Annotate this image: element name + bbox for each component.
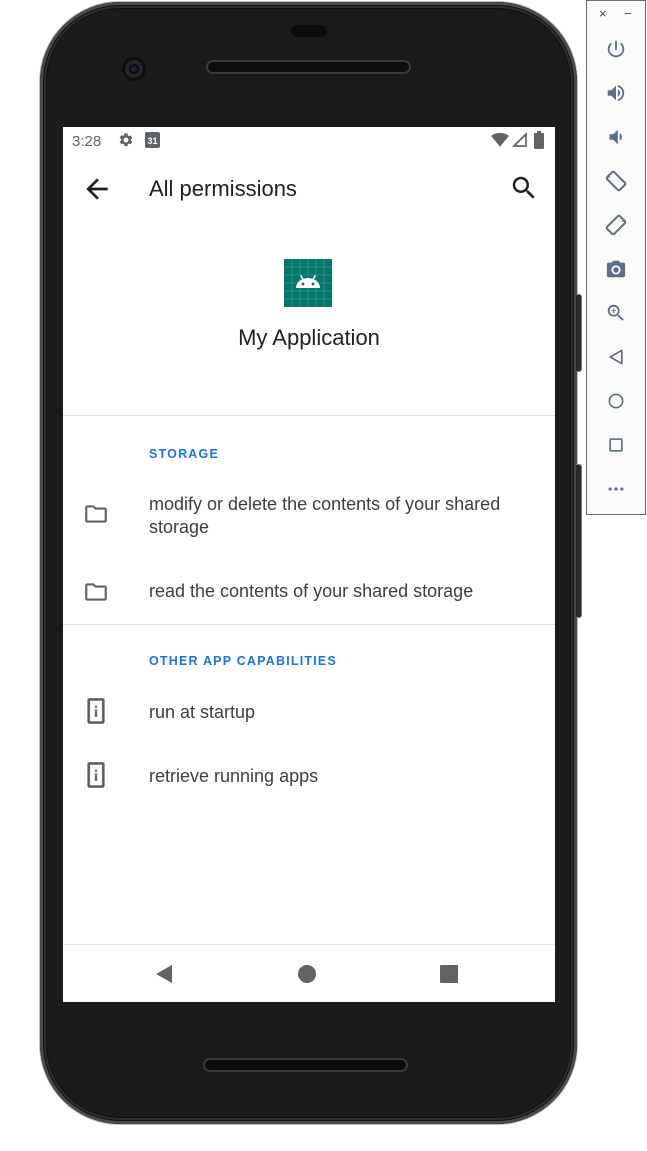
volume-up-button[interactable] bbox=[603, 80, 629, 106]
rotate-left-button[interactable] bbox=[603, 168, 629, 194]
device-screen: 3:28 31 All permissions My Application S… bbox=[63, 127, 555, 1002]
status-time: 3:28 bbox=[72, 133, 102, 150]
section-divider bbox=[63, 624, 555, 625]
permission-label: retrieve running apps bbox=[149, 766, 319, 786]
home-icon bbox=[608, 393, 624, 409]
navigation-bar bbox=[63, 944, 555, 1002]
phone-power-button bbox=[576, 294, 582, 372]
info-icon bbox=[87, 698, 105, 724]
phone-volume-button bbox=[576, 464, 582, 618]
more-icon bbox=[608, 487, 624, 491]
back-arrow-icon bbox=[86, 178, 108, 200]
earpiece bbox=[291, 25, 327, 37]
volume-down-button[interactable] bbox=[603, 124, 629, 150]
more-button[interactable] bbox=[603, 476, 629, 502]
back-button-emulator[interactable] bbox=[603, 344, 629, 370]
rotate-right-icon bbox=[605, 214, 627, 236]
nav-recents-button[interactable] bbox=[437, 962, 463, 988]
nav-recents-icon bbox=[440, 965, 458, 983]
permission-item-modify-storage[interactable]: modify or delete the contents of your sh… bbox=[63, 479, 555, 553]
rotate-left-icon bbox=[605, 170, 627, 192]
section-header-other-capabilities: OTHER APP CAPABILITIES bbox=[149, 654, 337, 668]
permission-label: read the contents of your shared storage bbox=[149, 581, 474, 601]
home-button-emulator[interactable] bbox=[603, 388, 629, 414]
android-app-icon bbox=[284, 259, 332, 307]
permission-label: modify or delete the contents of your sh… bbox=[149, 494, 501, 537]
info-icon bbox=[87, 762, 105, 788]
signal-icon bbox=[511, 131, 528, 152]
volume-down-icon bbox=[609, 129, 622, 145]
permission-item-read-storage[interactable]: read the contents of your shared storage bbox=[63, 567, 555, 619]
permission-item-run-at-startup[interactable]: run at startup bbox=[63, 689, 555, 739]
back-button[interactable] bbox=[81, 173, 113, 205]
wifi-icon bbox=[491, 132, 509, 152]
power-button[interactable] bbox=[603, 36, 629, 62]
folder-icon bbox=[85, 583, 107, 601]
settings-gear-icon bbox=[118, 132, 134, 152]
page-title: All permissions bbox=[149, 176, 297, 201]
bottom-speaker bbox=[203, 1058, 408, 1072]
permission-item-retrieve-running-apps[interactable]: retrieve running apps bbox=[63, 753, 555, 803]
overview-button[interactable] bbox=[603, 432, 629, 458]
header-divider bbox=[63, 415, 555, 416]
volume-up-icon bbox=[607, 84, 625, 102]
nav-back-button[interactable] bbox=[152, 962, 178, 988]
app-name: My Application bbox=[238, 325, 380, 350]
rotate-right-button[interactable] bbox=[603, 212, 629, 238]
search-button[interactable] bbox=[509, 173, 541, 205]
folder-icon bbox=[85, 505, 107, 523]
power-icon bbox=[607, 40, 625, 58]
permission-label: run at startup bbox=[149, 702, 256, 722]
status-bar: 3:28 31 bbox=[63, 127, 555, 155]
nav-back-icon bbox=[156, 965, 172, 983]
section-header-storage: STORAGE bbox=[149, 447, 219, 461]
calendar-icon: 31 bbox=[145, 132, 160, 148]
calendar-day: 31 bbox=[147, 136, 158, 146]
emulator-toolbar: × − bbox=[586, 0, 646, 515]
nav-home-icon bbox=[298, 965, 316, 983]
overview-icon bbox=[609, 438, 623, 452]
search-icon bbox=[512, 176, 535, 199]
minimize-window-button[interactable]: − bbox=[624, 7, 632, 21]
zoom-icon bbox=[607, 304, 624, 321]
zoom-button[interactable] bbox=[603, 300, 629, 326]
screenshot-icon bbox=[606, 260, 626, 278]
back-icon bbox=[609, 349, 623, 365]
screenshot-button[interactable] bbox=[603, 256, 629, 282]
close-window-button[interactable]: × bbox=[599, 7, 607, 21]
battery-icon bbox=[534, 131, 544, 153]
nav-home-button[interactable] bbox=[295, 962, 321, 988]
front-camera bbox=[122, 57, 146, 81]
app-bar: All permissions bbox=[63, 155, 555, 223]
top-speaker bbox=[206, 60, 411, 74]
